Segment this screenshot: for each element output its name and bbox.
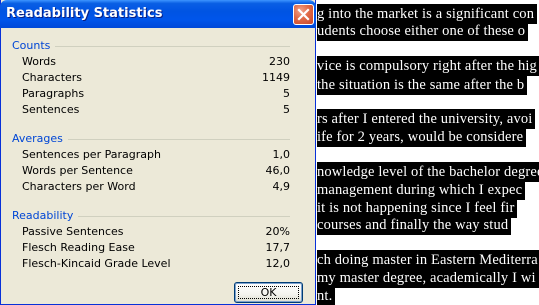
ok-button[interactable]: OK: [234, 282, 303, 303]
stat-value: 17,7: [265, 241, 291, 254]
stat-label: Flesch Reading Ease: [22, 241, 135, 254]
stat-row-flesch-kincaid-grade: Flesch-Kincaid Grade Level 12,0: [22, 256, 290, 272]
document-line[interactable]: ife for 2 years, would be considere: [317, 127, 527, 147]
stat-value: 5: [283, 103, 290, 116]
document-line[interactable]: courses and finally the way stud: [317, 215, 512, 235]
readability-statistics-dialog: Readability Statistics Counts Words 230 …: [0, 0, 316, 305]
stat-label: Words per Sentence: [22, 164, 133, 177]
stat-value: 12,0: [265, 257, 291, 270]
document-line[interactable]: rs after I entered the university, avoi: [317, 109, 536, 129]
readability-section-heading: Readability: [12, 209, 290, 223]
stat-value: 4,9: [272, 180, 291, 193]
document-line[interactable]: nowledge level of the bachelor degree: [317, 162, 539, 182]
stat-value: 5: [283, 87, 290, 100]
close-icon: [297, 8, 310, 21]
stat-row-sentences: Sentences 5: [22, 102, 290, 118]
document-line[interactable]: my master degree, academically I wi: [317, 268, 539, 288]
stat-label: Characters: [22, 71, 83, 84]
stat-label: Characters per Word: [22, 180, 136, 193]
stat-row-paragraphs: Paragraphs 5: [22, 86, 290, 102]
document-line[interactable]: ch doing master in Eastern Mediterra: [317, 250, 539, 270]
stat-value: 1149: [262, 71, 290, 84]
document-line[interactable]: nt.: [317, 286, 336, 305]
document-line[interactable]: vice is compulsory right after the hig: [317, 56, 539, 76]
averages-section-heading: Averages: [12, 132, 290, 146]
stat-row-characters-per-word: Characters per Word 4,9: [22, 179, 290, 195]
counts-heading: Counts: [12, 39, 56, 52]
stat-row-words: Words 230: [22, 54, 290, 70]
dialog-titlebar[interactable]: Readability Statistics: [0, 0, 316, 28]
stat-row-sentences-per-paragraph: Sentences per Paragraph 1,0: [22, 147, 290, 163]
stat-row-flesch-reading-ease: Flesch Reading Ease 17,7: [22, 240, 290, 256]
stat-label: Flesch-Kincaid Grade Level: [22, 257, 171, 270]
readability-heading: Readability: [12, 209, 79, 222]
dialog-title: Readability Statistics: [6, 6, 163, 21]
focus-rectangle: [238, 286, 299, 299]
averages-heading: Averages: [12, 132, 68, 145]
stat-label: Sentences per Paragraph: [22, 148, 161, 161]
stat-label: Passive Sentences: [22, 225, 124, 238]
stat-value: 230: [269, 55, 290, 68]
stat-value: 46,0: [265, 164, 291, 177]
stat-value: 1,0: [272, 148, 291, 161]
stat-label: Words: [22, 55, 57, 68]
document-line[interactable]: udents choose either one of these o: [317, 21, 529, 41]
document-line[interactable]: management during which I expec: [317, 180, 526, 200]
dialog-body: Counts Words 230 Characters 1149 Paragra…: [1, 28, 315, 304]
stat-label: Paragraphs: [22, 87, 85, 100]
stat-row-characters: Characters 1149: [22, 70, 290, 86]
stat-row-passive-sentences: Passive Sentences 20%: [22, 224, 290, 240]
counts-section-heading: Counts: [12, 39, 290, 53]
stat-row-words-per-sentence: Words per Sentence 46,0: [22, 163, 290, 179]
stat-value: 20%: [265, 225, 290, 238]
document-line[interactable]: the situation is the same after the b: [317, 75, 528, 95]
close-button[interactable]: [293, 4, 314, 25]
stat-label: Sentences: [22, 103, 80, 116]
